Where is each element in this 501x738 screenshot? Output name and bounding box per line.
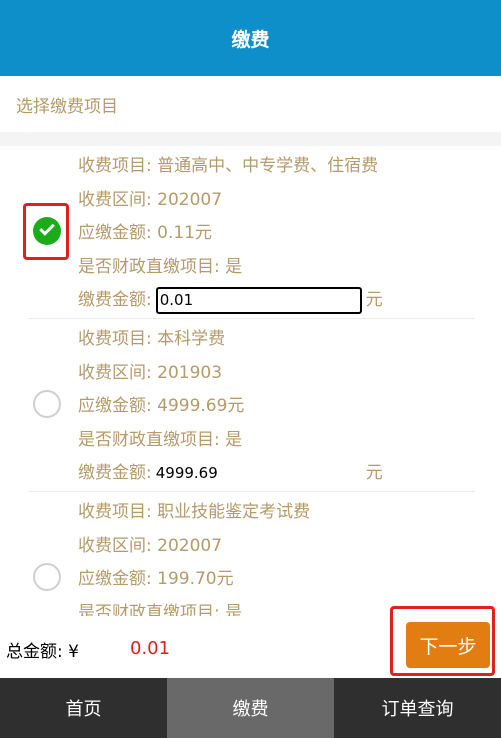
select-radio[interactable] (33, 217, 61, 245)
tab-home[interactable]: 首页 (0, 678, 167, 738)
tab-payment-label: 缴费 (232, 699, 269, 720)
item-fiscal-flag: 是否财政直缴项目: 是 (78, 429, 243, 450)
section-title: 选择缴费项目 (0, 76, 501, 132)
item-name: 收费项目: 普通高中、中专学费、住宿费 (78, 156, 379, 176)
item-due-amount: 应缴金额: 0.11元 (78, 223, 212, 243)
total-label: 总金额: ¥ (6, 642, 79, 662)
payment-item-list[interactable]: 收费项目: 普通高中、中专学费、住宿费 收费区间: 202007 应缴金额: 0… (0, 146, 501, 616)
item-due-amount: 应缴金额: 199.70元 (78, 569, 234, 589)
item-name: 收费项目: 本科学费 (78, 329, 226, 349)
payment-item[interactable]: 收费项目: 普通高中、中专学费、住宿费 收费区间: 202007 应缴金额: 0… (23, 146, 475, 319)
bottom-tab-bar: 首页 缴费 订单查询 (0, 678, 501, 738)
tab-home-label: 首页 (65, 699, 102, 720)
item-period: 收费区间: 202007 (78, 535, 223, 556)
next-step-button[interactable]: 下一步 (406, 622, 490, 668)
amount-unit: 元 (365, 290, 383, 310)
payment-item-details: 收费项目: 职业技能鉴定考试费 收费区间: 202007 应缴金额: 199.7… (78, 496, 475, 616)
payment-item-details: 收费项目: 普通高中、中专学费、住宿费 收费区间: 202007 应缴金额: 0… (78, 150, 475, 318)
tab-order-query-label: 订单查询 (381, 699, 454, 720)
amount-label: 缴费金额: (78, 463, 152, 483)
total-bar: 总金额: ¥ 0.01 下一步 (0, 606, 501, 678)
amount-input[interactable]: 0.01 (155, 287, 362, 315)
section-title-label: 选择缴费项目 (16, 96, 118, 117)
amount-value: 4999.69 (155, 464, 218, 482)
payment-screen: 缴费 选择缴费项目 收费项目: 普通高中、中专学费、住宿费 收费区间: 2020… (0, 0, 501, 738)
select-radio[interactable] (33, 390, 61, 418)
amount-unit: 元 (365, 463, 383, 483)
item-name: 收费项目: 职业技能鉴定考试费 (78, 502, 311, 522)
tab-payment[interactable]: 缴费 (167, 678, 334, 738)
total-amount: 0.01 (130, 638, 171, 659)
item-period: 收费区间: 201903 (78, 362, 223, 383)
check-icon (39, 220, 55, 236)
select-radio[interactable] (33, 563, 61, 591)
item-period: 收费区间: 202007 (78, 189, 223, 210)
tab-order-query[interactable]: 订单查询 (334, 678, 501, 738)
payment-item[interactable]: 收费项目: 本科学费 收费区间: 201903 应缴金额: 4999.69元 是… (28, 319, 475, 492)
amount-label: 缴费金额: (78, 290, 152, 310)
header-bar: 缴费 (0, 0, 501, 76)
item-fiscal-flag: 是否财政直缴项目: 是 (78, 602, 243, 617)
page-title: 缴费 (231, 28, 270, 51)
amount-row: 缴费金额: 0.01 元 (78, 284, 475, 318)
payment-item-details: 收费项目: 本科学费 收费区间: 201903 应缴金额: 4999.69元 是… (78, 323, 475, 491)
payment-item[interactable]: 收费项目: 职业技能鉴定考试费 收费区间: 202007 应缴金额: 199.7… (28, 492, 475, 616)
item-fiscal-flag: 是否财政直缴项目: 是 (78, 256, 243, 277)
item-due-amount: 应缴金额: 4999.69元 (78, 396, 245, 416)
section-divider (0, 132, 501, 146)
amount-row: 缴费金额: 4999.69 元 (78, 457, 475, 491)
